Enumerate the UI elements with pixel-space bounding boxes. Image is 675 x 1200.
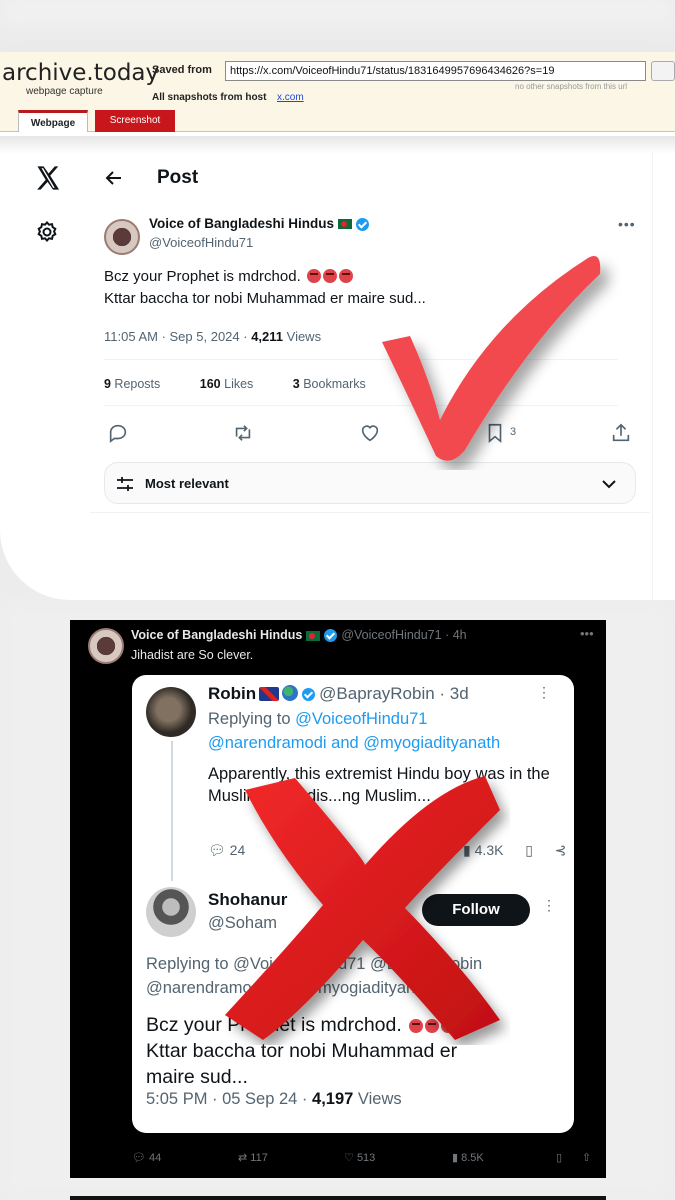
author-name[interactable]: Voice of Bangladeshi Hindus @VoiceofHindu… [131,628,467,643]
dark-tweet-actions: 💬︎ 44 ⇄ 117 ♡ 513 ▮ 8.5K ▯ ⇧ [70,1146,606,1170]
reply-text-line3: maire sud... [146,1066,248,1088]
repost-count: 117 [250,1152,268,1164]
saved-from-label: Saved from [152,64,212,76]
reply-meta: 5:05 PM · 05 Sep 24 · 4,197 Views [146,1090,402,1109]
red-cross-icon [225,776,500,1040]
author-name-text: Voice of Bangladeshi Hindus [131,628,303,642]
author-handle: @VoiceofHindu71 · 4h [341,628,467,642]
column-border [652,152,653,600]
bangladesh-flag-icon [338,219,353,230]
more-options-icon: ⋮ [542,897,556,913]
replying-to-more: @narendramodi and @myogiadityanath [208,734,501,752]
likes-count: 160 [199,377,221,391]
reply-icon: 💬︎ [132,1152,146,1164]
share-icon: ⊰ [554,842,567,858]
reply-author-handle: @BaprayRobin · 3d [319,684,469,703]
more-options-icon: ⋮ [537,684,551,700]
reply-views-count: 4,197 [312,1090,354,1108]
bookmarks-label: Bookmarks [299,377,366,391]
reply-views-label: Views [353,1090,402,1108]
gear-icon[interactable] [35,220,59,244]
all-snapshots-label: All snapshots from host [152,92,267,103]
back-arrow-icon[interactable] [104,168,124,188]
author-handle[interactable]: @VoiceofHindu71 [149,235,253,250]
tweet-time[interactable]: 11:05 AM · Sep 5, 2024 · [104,329,251,344]
uk-flag-icon [259,687,280,701]
globe-icon [282,685,299,701]
tweet-text-line1-text: Bcz your Prophet is mdrchod. [104,268,301,285]
repost-icon[interactable] [232,422,254,444]
reply-icon[interactable] [107,422,129,444]
bangladesh-flag-icon [306,630,321,641]
reply-count: 44 [149,1152,162,1164]
reply-author: Robin @BaprayRobin · 3d [208,684,469,704]
bookmark-icon: ▯ [525,842,533,858]
likes-label: Likes [220,377,254,391]
tweet-stats: 9 Reposts 160 Likes 3 Bookmarks [104,377,402,391]
views-icon: ▮ [452,1152,459,1164]
red-checkmark-icon [382,256,601,461]
chevron-down-icon [602,480,616,489]
tweet-text-line1: Bcz your Prophet is mdrchod. [104,268,353,285]
reply-time: 5:05 PM · 05 Sep 24 · [146,1090,313,1108]
repost-icon: ⇄ [238,1152,248,1164]
more-options-icon[interactable]: ••• [580,626,594,641]
more-options-icon[interactable]: ••• [618,216,636,232]
thread-line [171,741,173,881]
sliders-icon [117,477,133,491]
background-top [0,0,675,60]
reposts-stat[interactable]: 9 Reposts [104,377,178,391]
replying-to-handle: @VoiceofHindu71 [295,710,428,728]
author-name[interactable]: Voice of Bangladeshi Hindus [149,216,370,231]
host-link[interactable]: x.com [277,92,304,103]
views-label: Views [283,329,322,344]
verified-badge-icon [356,217,370,231]
divider [90,512,650,513]
sort-label: Most relevant [145,476,229,491]
repost-action[interactable]: ⇄ 117 [238,1151,268,1164]
views-action[interactable]: ▮ 8.5K [452,1151,484,1164]
share-icon[interactable]: ⇧ [582,1151,591,1164]
archive-subtitle: webpage capture [26,86,103,97]
angry-emoji-icon [322,269,337,283]
tab-screenshot[interactable]: Screenshot [95,110,175,132]
like-action[interactable]: ♡ 513 [344,1151,375,1164]
like-icon: ♡ [344,1152,354,1164]
archive-header: archive.today webpage capture Saved from… [0,52,675,132]
author-name-text: Voice of Bangladeshi Hindus [149,216,335,231]
avatar [146,687,196,737]
tweet-text: Jihadist are So clever. [131,648,254,662]
saved-url-field[interactable]: https://x.com/VoiceofHindu71/status/1831… [225,61,646,81]
replying-to-prefix: Replying to [208,710,296,728]
verified-badge-icon [324,629,338,643]
avatar[interactable] [104,219,140,255]
archive-logo[interactable]: archive.today [2,60,159,86]
like-count: 513 [356,1152,376,1164]
bookmark-icon[interactable]: ▯ [556,1151,562,1164]
views-count: 4,211 [251,329,284,344]
divider [0,136,675,154]
reposts-count: 9 [104,377,111,391]
bookmarks-count: 3 [292,377,300,391]
avatar[interactable] [88,628,124,664]
verified-badge-icon [302,688,316,702]
likes-stat[interactable]: 160 Likes [200,377,272,391]
no-other-snapshots-text: no other snapshots from this url [515,82,628,91]
x-logo-icon[interactable] [34,164,62,192]
replying-to: Replying to @VoiceofHindu71 [208,710,427,729]
views-count: 8.5K [461,1152,484,1164]
angry-emoji-icon [338,269,353,283]
page-title: Post [157,167,199,188]
tweet-meta: 11:05 AM · Sep 5, 2024 · 4,211 Views [104,329,321,344]
reply-author-name: Robin [208,684,257,703]
angry-emoji-icon [306,269,321,283]
reply-action[interactable]: 💬︎ 44 [132,1151,161,1164]
reposts-label: Reposts [110,377,161,391]
next-tweet-strip [70,1196,606,1200]
saved-url-button[interactable] [651,61,675,81]
avatar [146,887,196,937]
tab-webpage[interactable]: Webpage [18,110,88,132]
